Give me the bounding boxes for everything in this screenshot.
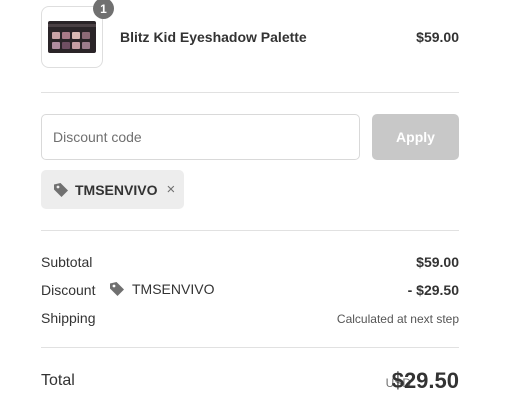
shipping-label: Shipping — [41, 310, 96, 326]
subtotal-label: Subtotal — [41, 254, 93, 270]
shipping-value: Calculated at next step — [336, 312, 459, 326]
tag-icon — [54, 182, 68, 197]
apply-button[interactable]: Apply — [372, 114, 459, 160]
eyeshadow-palette-image — [48, 21, 96, 53]
applied-discount-code: TMSENVIVO — [75, 181, 158, 198]
divider — [41, 347, 459, 348]
remove-discount-icon[interactable]: × — [166, 182, 175, 197]
discount-code-inline: TMSENVIVO — [108, 280, 214, 298]
total-amount: $29.50 — [391, 368, 459, 393]
total-label: Total — [41, 372, 75, 389]
product-thumbnail — [41, 6, 103, 68]
applied-discount-chip: TMSENVIVO × — [41, 170, 184, 209]
discount-label: Discount — [41, 282, 96, 298]
quantity-badge: 1 — [93, 0, 114, 19]
subtotal-value: $59.00 — [416, 254, 459, 270]
divider — [41, 92, 459, 93]
tag-icon — [110, 282, 124, 296]
discount-code-text: TMSENVIVO — [132, 281, 215, 297]
divider — [41, 230, 459, 231]
product-name: Blitz Kid Eyeshadow Palette — [120, 29, 307, 45]
discount-code-input[interactable] — [41, 114, 360, 160]
product-price: $59.00 — [416, 29, 459, 45]
discount-value: - $29.50 — [407, 282, 459, 298]
